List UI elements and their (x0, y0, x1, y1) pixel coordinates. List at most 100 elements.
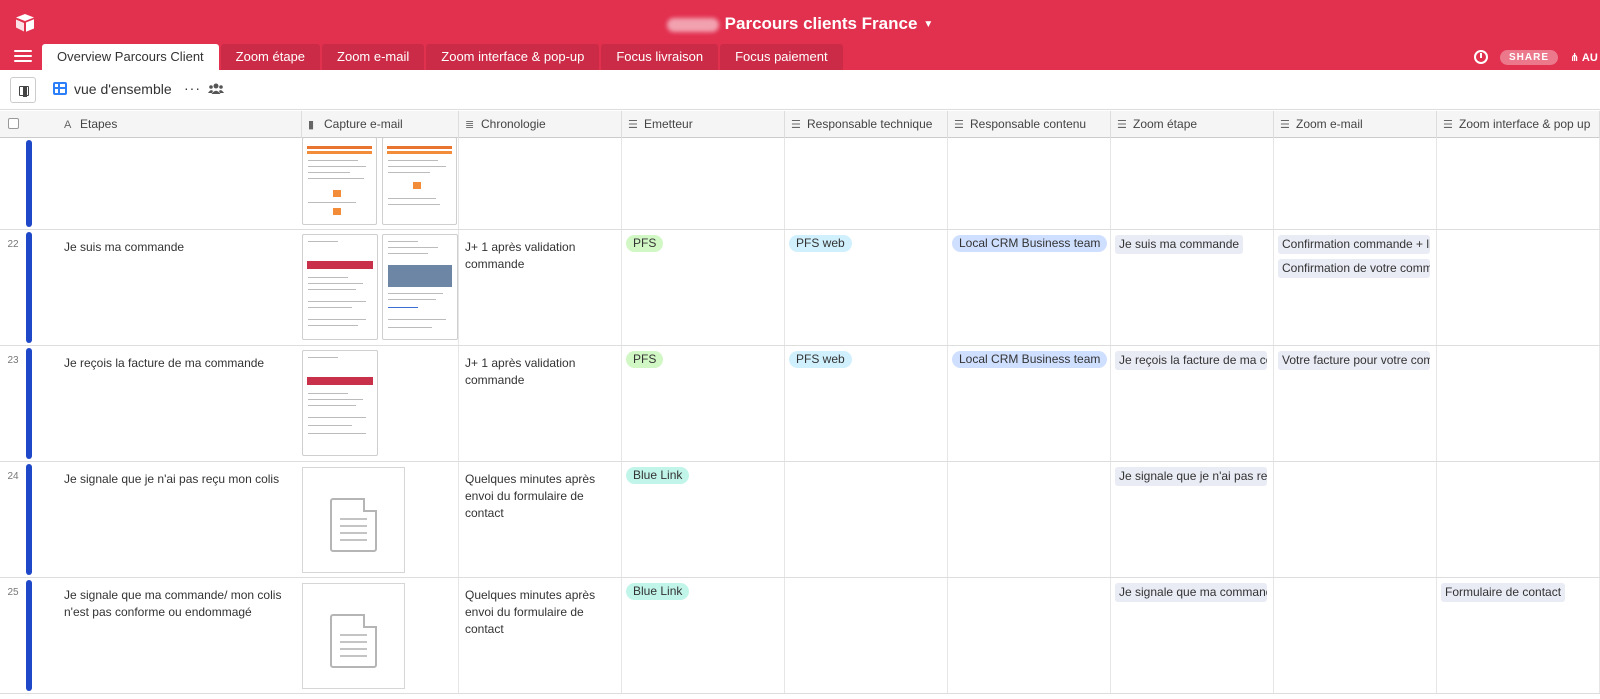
table-row[interactable]: 22 Je suis ma commande J+ 1 après valida… (0, 230, 1600, 346)
select-all-checkbox[interactable] (8, 118, 19, 129)
email-thumbnail[interactable] (302, 138, 377, 225)
column-label: Etapes (80, 117, 118, 131)
link-icon: ☰ (1443, 119, 1453, 131)
table-row[interactable]: 24 Je signale que je n'ai pas reçu mon c… (0, 462, 1600, 578)
email-thumbnail[interactable] (382, 234, 458, 340)
linked-record-chip[interactable]: Je reçois la facture de ma com (1115, 351, 1267, 370)
emetteur-cell[interactable]: PFS (622, 346, 785, 461)
linked-record-chip[interactable]: Je signale que ma commande (1115, 583, 1267, 602)
chronologie-cell[interactable]: J+ 1 après validation commande (459, 230, 622, 345)
zoom-etape-cell[interactable] (1111, 138, 1274, 229)
column-header-zoom-email[interactable]: ☰ Zoom e-mail (1274, 111, 1437, 138)
capture-email-cell[interactable] (302, 230, 459, 345)
column-header-zoom-etape[interactable]: ☰ Zoom étape (1111, 111, 1274, 138)
tab-focus-paiement[interactable]: Focus paiement (720, 44, 843, 70)
column-header-chronologie[interactable]: ≣ Chronologie (459, 111, 622, 138)
records-grid: A Etapes ▮ Capture e-mail ≣ Chronologie ☰ Em… (0, 111, 1600, 699)
automations-button[interactable]: ⋔ AU (1570, 51, 1600, 64)
emetteur-cell[interactable] (622, 138, 785, 229)
linked-record-chip[interactable]: Formulaire de contact (1441, 583, 1566, 602)
linked-record-chip[interactable]: Votre facture pour votre com (1278, 351, 1430, 370)
zoom-email-cell[interactable]: Confirmation commande + li Confirmation … (1274, 230, 1437, 345)
column-header-zoom-interface[interactable]: ☰ Zoom interface & pop up (1437, 111, 1600, 138)
chronologie-cell[interactable]: J+ 1 après validation commande (459, 346, 622, 461)
emetteur-cell[interactable]: PFS (622, 230, 785, 345)
etape-cell[interactable]: Je reçois la facture de ma commande (64, 355, 294, 372)
responsable-technique-cell[interactable]: PFS web (785, 230, 948, 345)
table-row[interactable] (0, 138, 1600, 230)
etape-cell[interactable]: Je suis ma commande (64, 239, 294, 256)
linked-record-chip[interactable]: Je signale que je n'ai pas reçu (1115, 467, 1267, 486)
zoom-etape-cell[interactable]: Je signale que je n'ai pas reçu (1111, 462, 1274, 577)
attachment-placeholder[interactable] (302, 583, 405, 689)
capture-email-cell[interactable] (302, 578, 459, 693)
sidebar-toggle-button[interactable] (10, 77, 36, 103)
email-thumbnail[interactable] (302, 234, 378, 340)
column-header-responsable-contenu[interactable]: ☰ Responsable contenu (948, 111, 1111, 138)
responsable-contenu-cell[interactable] (948, 138, 1111, 229)
column-header-etapes[interactable]: A Etapes (58, 111, 302, 138)
collaborators-icon[interactable] (208, 83, 224, 95)
chronologie-cell[interactable] (459, 138, 622, 229)
column-header-emetteur[interactable]: ☰ Emetteur (622, 111, 785, 138)
row-color-bar (26, 464, 32, 575)
view-name[interactable]: vue d'ensemble (74, 81, 172, 97)
column-label: Emetteur (644, 117, 693, 131)
table-row[interactable]: 25 Je signale que ma commande/ mon colis… (0, 578, 1600, 694)
table-row[interactable]: 23 Je reçois la facture de ma commande J… (0, 346, 1600, 462)
top-right-actions: SHARE ⋔ AU (1473, 47, 1600, 67)
zoom-etape-cell[interactable]: Je signale que ma commande (1111, 578, 1274, 693)
zoom-interface-cell[interactable] (1437, 462, 1600, 577)
capture-email-cell[interactable] (302, 346, 459, 461)
more-options-icon[interactable]: ··· (184, 80, 201, 96)
capture-email-cell[interactable] (302, 462, 459, 577)
menu-icon[interactable] (14, 50, 32, 64)
responsable-technique-cell[interactable] (785, 138, 948, 229)
responsable-technique-cell[interactable] (785, 578, 948, 693)
zoom-interface-cell[interactable] (1437, 346, 1600, 461)
chronologie-cell[interactable]: Quelques minutes après envoi du formulai… (459, 578, 622, 693)
zoom-interface-cell[interactable] (1437, 138, 1600, 229)
responsable-technique-cell[interactable]: PFS web (785, 346, 948, 461)
tab-zoom-email[interactable]: Zoom e-mail (322, 44, 425, 70)
email-thumbnail[interactable] (382, 138, 457, 225)
tab-zoom-interface[interactable]: Zoom interface & pop-up (426, 44, 600, 70)
column-label: Chronologie (481, 117, 546, 131)
responsable-contenu-cell[interactable]: Local CRM Business team (948, 346, 1111, 461)
zoom-email-cell[interactable] (1274, 578, 1437, 693)
linked-record-chip[interactable]: Je suis ma commande (1115, 235, 1244, 254)
column-label: Responsable contenu (970, 117, 1087, 131)
chronologie-cell[interactable]: Quelques minutes après envoi du formulai… (459, 462, 622, 577)
emetteur-cell[interactable]: Blue Link (622, 462, 785, 577)
zoom-email-cell[interactable]: Votre facture pour votre com (1274, 346, 1437, 461)
linked-record-chip[interactable]: Confirmation de votre comma (1278, 259, 1430, 278)
tab-zoom-etape[interactable]: Zoom étape (220, 44, 321, 70)
zoom-email-cell[interactable] (1274, 138, 1437, 229)
column-label: Responsable technique (807, 117, 933, 131)
linked-record-chip[interactable]: Confirmation commande + li (1278, 235, 1430, 254)
zoom-email-cell[interactable] (1274, 462, 1437, 577)
zoom-interface-cell[interactable] (1437, 230, 1600, 345)
etape-cell[interactable]: Je signale que ma commande/ mon colis n'… (64, 587, 294, 621)
responsable-contenu-cell[interactable] (948, 462, 1111, 577)
capture-email-cell[interactable] (302, 138, 459, 229)
base-title[interactable]: Parcours clients France ▼ (0, 14, 1600, 34)
share-button[interactable]: SHARE (1499, 49, 1558, 65)
email-thumbnail[interactable] (302, 350, 378, 456)
zoom-etape-cell[interactable]: Je suis ma commande (1111, 230, 1274, 345)
emetteur-cell[interactable]: Blue Link (622, 578, 785, 693)
top-bar: Parcours clients France ▼ Overview Parcou… (0, 0, 1600, 70)
responsable-contenu-cell[interactable] (948, 578, 1111, 693)
zoom-interface-cell[interactable]: Formulaire de contact (1437, 578, 1600, 693)
history-icon[interactable] (1473, 50, 1488, 64)
attachment-placeholder[interactable] (302, 467, 405, 573)
zoom-etape-cell[interactable]: Je reçois la facture de ma com (1111, 346, 1274, 461)
tab-overview-parcours-client[interactable]: Overview Parcours Client (42, 44, 219, 70)
column-header-capture-email[interactable]: ▮ Capture e-mail (302, 111, 459, 138)
responsable-technique-cell[interactable] (785, 462, 948, 577)
responsable-contenu-cell[interactable]: Local CRM Business team (948, 230, 1111, 345)
etape-cell[interactable]: Je signale que je n'ai pas reçu mon coli… (64, 471, 294, 488)
tab-focus-livraison[interactable]: Focus livraison (601, 44, 719, 70)
column-header-responsable-technique[interactable]: ☰ Responsable technique (785, 111, 948, 138)
row-number: 24 (7, 471, 19, 482)
